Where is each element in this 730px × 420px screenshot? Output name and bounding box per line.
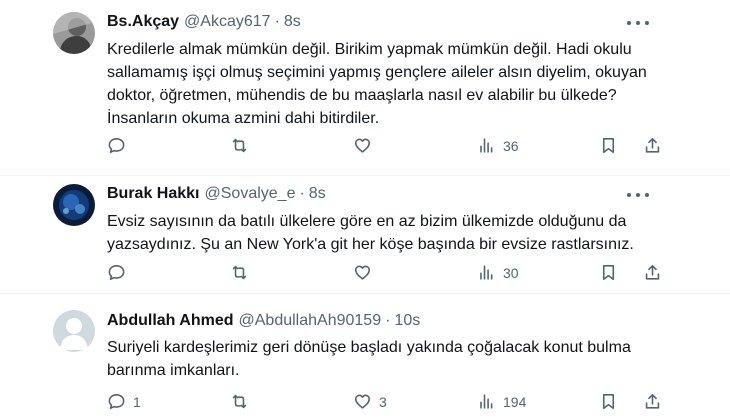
reply-button[interactable] — [107, 263, 133, 282]
separator: · — [385, 312, 391, 329]
display-name[interactable]: Abdullah Ahmed — [107, 312, 234, 330]
heart-icon — [354, 265, 371, 280]
share-button[interactable] — [643, 263, 662, 282]
user-handle[interactable]: @AbdullahAh90159 — [239, 312, 382, 330]
view-count: 194 — [503, 393, 527, 410]
user-avatar[interactable] — [53, 184, 95, 226]
tweet[interactable]: Bs.Akçay @Akcay617 · 8s Kredilerle almak… — [0, 0, 730, 176]
heart-icon — [354, 138, 371, 153]
user-avatar[interactable] — [53, 12, 95, 54]
tweet-text: Suriyeli kardeşlerimiz geri dönüşe başla… — [107, 339, 631, 379]
views-chart-icon — [480, 138, 493, 153]
share-icon — [645, 137, 660, 153]
heart-icon — [354, 394, 371, 409]
share-button[interactable] — [643, 136, 662, 155]
tweet-text: Evsiz sayısının da batılı ülkelere göre … — [107, 213, 634, 253]
display-name[interactable]: Burak Hakkı — [107, 185, 200, 203]
share-button[interactable] — [643, 392, 662, 411]
separator: · — [274, 13, 280, 30]
default-avatar-icon — [53, 310, 95, 352]
reply-button[interactable]: 1 — [107, 392, 141, 411]
user-handle[interactable]: @Sovalye_e — [205, 185, 296, 203]
display-name[interactable]: Bs.Akçay — [107, 13, 179, 31]
like-button[interactable] — [353, 136, 379, 155]
bookmark-button[interactable] — [599, 136, 618, 155]
views-button[interactable]: 36 — [477, 136, 519, 155]
bookmark-icon — [602, 393, 615, 410]
view-count: 30 — [503, 264, 519, 281]
retweet-button[interactable] — [230, 392, 256, 411]
bookmark-icon — [602, 137, 615, 154]
timestamp[interactable]: 8s — [284, 13, 301, 31]
share-icon — [645, 264, 660, 280]
views-button[interactable]: 30 — [477, 263, 519, 282]
retweet-icon — [232, 138, 247, 153]
tweet-header: Abdullah Ahmed @AbdullahAh90159 · 10s — [107, 312, 420, 330]
view-count: 36 — [503, 137, 519, 154]
tweet-header: Bs.Akçay @Akcay617 · 8s — [107, 13, 301, 31]
timestamp[interactable]: 10s — [394, 312, 420, 330]
views-chart-icon — [480, 265, 493, 280]
bookmark-button[interactable] — [599, 392, 618, 411]
reply-button[interactable] — [107, 136, 133, 155]
like-button[interactable] — [353, 263, 379, 282]
bookmark-button[interactable] — [599, 263, 618, 282]
tweet-header: Burak Hakkı @Sovalye_e · 8s — [107, 185, 326, 203]
like-count: 3 — [379, 393, 387, 410]
views-chart-icon — [480, 394, 493, 409]
views-button[interactable]: 194 — [477, 392, 526, 411]
user-handle[interactable]: @Akcay617 — [184, 13, 271, 31]
separator: · — [299, 185, 305, 202]
tweet[interactable]: Burak Hakkı @Sovalye_e · 8s Evsiz sayısı… — [0, 176, 730, 294]
reply-icon — [108, 264, 125, 281]
retweet-icon — [232, 265, 247, 280]
reply-count: 1 — [133, 393, 141, 410]
reply-icon — [108, 137, 125, 154]
timestamp[interactable]: 8s — [309, 185, 326, 203]
like-button[interactable]: 3 — [353, 392, 387, 411]
retweet-button[interactable] — [230, 263, 256, 282]
more-options-icon[interactable] — [627, 187, 649, 203]
reply-icon — [108, 393, 125, 410]
tweet-text: Kredilerle almak mümkün değil. Birikim y… — [107, 41, 647, 127]
retweet-button[interactable] — [230, 136, 256, 155]
avatar-photo-icon — [53, 184, 95, 226]
tweet[interactable]: Abdullah Ahmed @AbdullahAh90159 · 10s Su… — [0, 294, 730, 420]
bookmark-icon — [602, 264, 615, 281]
share-icon — [645, 393, 660, 409]
avatar-photo-icon — [53, 12, 95, 54]
user-avatar[interactable] — [53, 310, 95, 352]
retweet-icon — [232, 394, 247, 409]
more-options-icon[interactable] — [627, 15, 649, 31]
